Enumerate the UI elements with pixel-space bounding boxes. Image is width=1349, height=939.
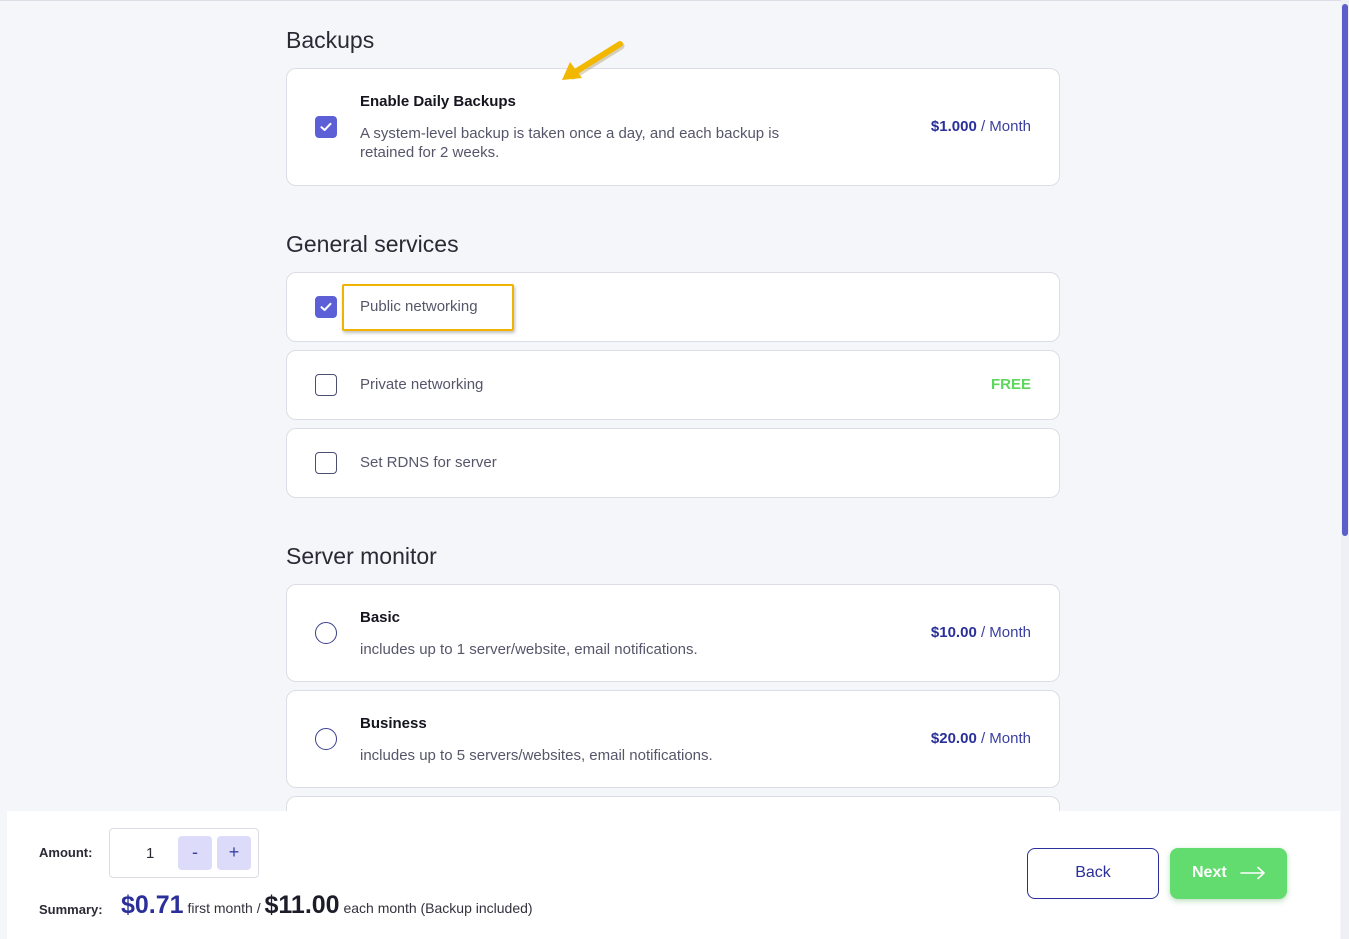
top-divider [0,0,1341,1]
next-label: Next [1192,864,1227,881]
plan-price-amount: $20.00 [930,730,977,747]
plan-price-period: / Month [980,730,1031,747]
decrement-button[interactable]: - [178,836,212,870]
service-set-rdns[interactable]: Set RDNS for server [286,428,1060,498]
section-title-general: General services [286,231,459,257]
back-button[interactable]: Back [1027,848,1159,899]
business-radio[interactable] [315,728,337,750]
plan-price: $10.00 / Month [931,624,1031,641]
backup-price-period: / Month [980,118,1031,135]
amount-label: Amount: [39,845,93,860]
arrow-right-icon [1240,866,1265,880]
scrollbar-thumb[interactable] [1342,4,1348,536]
plan-price-period: / Month [980,624,1031,641]
plan-description: includes up to 1 server/website, email n… [360,641,698,658]
section-title-backups: Backups [286,27,375,53]
plan-description: includes up to 5 servers/websites, email… [360,747,713,764]
service-label: Set RDNS for server [360,454,497,471]
quantity-value[interactable]: 1 [146,845,154,862]
section-title-monitor: Server monitor [286,543,437,569]
increment-button[interactable]: + [217,836,251,870]
plan-title: Basic [360,609,401,626]
first-month-text: first month / [187,900,261,916]
check-icon [320,302,332,311]
monitor-plan-business[interactable]: Business includes up to 5 servers/websit… [286,690,1060,788]
backup-checkbox[interactable] [315,116,337,138]
private-networking-checkbox[interactable] [315,374,337,396]
first-month-price: $0.71 [121,891,184,919]
backup-price: $1.000 / Month [931,118,1031,135]
backup-price-amount: $1.000 [930,118,977,135]
summary-label: Summary: [39,902,103,917]
next-button[interactable]: Next [1170,848,1287,899]
price-summary: $0.71 first month / $11.00 each month (B… [121,891,533,920]
annotation-arrow-icon [562,41,625,80]
service-public-networking[interactable]: Public networking [286,272,1060,342]
check-icon [320,122,332,131]
monitor-plan-basic[interactable]: Basic includes up to 1 server/website, e… [286,584,1060,682]
monthly-text: each month (Backup included) [343,900,533,916]
scrollbar-track[interactable] [1341,0,1349,939]
monthly-price: $11.00 [264,891,340,919]
public-networking-checkbox[interactable] [315,296,337,318]
backup-title: Enable Daily Backups [360,93,516,110]
backup-description: A system-level backup is taken once a da… [360,125,780,161]
plan-price-amount: $10.00 [930,624,977,641]
service-label: Public networking [360,298,478,315]
quantity-stepper[interactable]: 1 - + [109,828,259,878]
service-private-networking[interactable]: Private networking FREE [286,350,1060,420]
order-footer: Amount: 1 - + Summary: $0.71 first month… [7,811,1340,939]
backup-card[interactable]: Enable Daily Backups A system-level back… [286,68,1060,186]
plan-title: Business [360,715,427,732]
free-badge: FREE [990,376,1031,393]
plan-price: $20.00 / Month [931,730,1031,747]
service-label: Private networking [360,376,484,393]
set-rdns-checkbox[interactable] [315,452,337,474]
basic-radio[interactable] [315,622,337,644]
